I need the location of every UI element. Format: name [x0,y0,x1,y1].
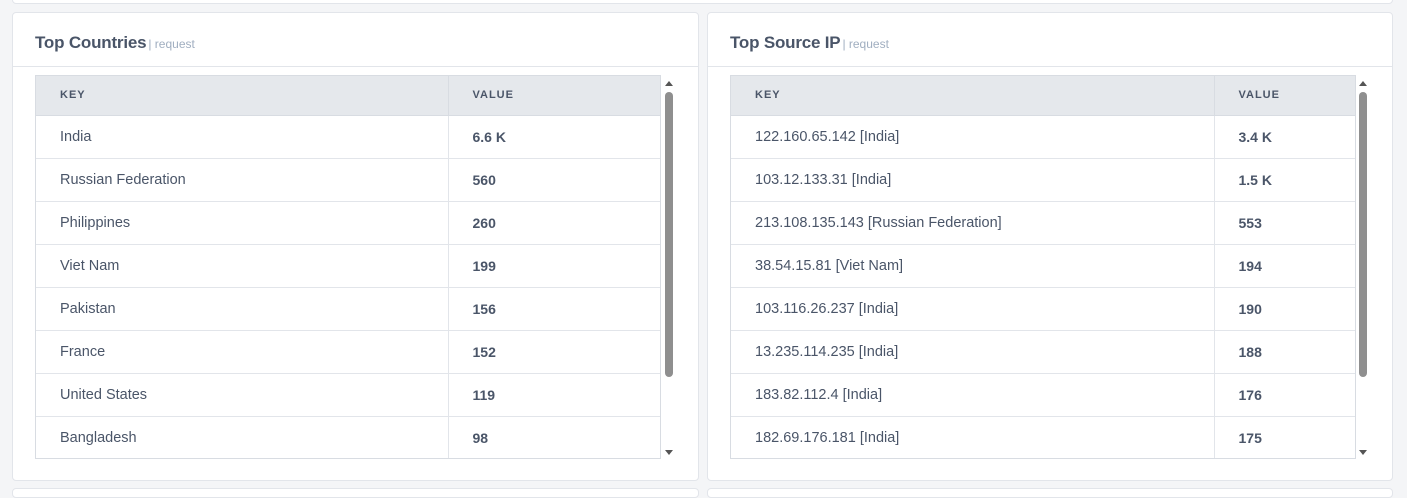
cell-value: 194 [1214,244,1355,288]
table-header-row: KEY VALUE [731,76,1355,116]
cell-key: 213.108.135.143 [Russian Federation] [731,201,1215,245]
cell-value: 152 [448,330,660,374]
table-row[interactable]: Russian Federation 560 [36,158,660,202]
cell-key: United States [36,373,449,417]
table-row[interactable]: France 152 [36,330,660,374]
cell-value: 6.6 K [448,115,660,159]
countries-table: KEY VALUE India 6.6 K Russian Federation 5… [36,76,660,458]
table-row[interactable]: 213.108.135.143 [Russian Federation] 553 [731,201,1355,245]
panel-above-edge [12,0,1393,4]
scrollbar-thumb[interactable] [1359,92,1367,377]
cell-value: 3.4 K [1214,115,1355,159]
vertical-scrollbar[interactable] [1358,79,1368,457]
table-row[interactable]: 13.235.114.235 [India] 188 [731,330,1355,374]
cell-key: Russian Federation [36,158,449,202]
cell-key: 182.69.176.181 [India] [731,416,1215,458]
scroll-down-arrow-icon[interactable] [1359,450,1367,455]
cell-value: 560 [448,158,660,202]
cell-key: 38.54.15.81 [Viet Nam] [731,244,1215,288]
cell-key: India [36,115,449,159]
table-row[interactable]: 182.69.176.181 [India] 175 [731,416,1355,458]
cell-value: 98 [472,429,489,446]
panel-header: Top Source IP | request [708,13,1392,67]
table-row[interactable]: 122.160.65.142 [India] 3.4 K [731,115,1355,159]
cell-key: 103.116.26.237 [India] [731,287,1215,331]
table-row[interactable]: Philippines 260 [36,201,660,245]
table-row[interactable]: 183.82.112.4 [India] 176 [731,373,1355,417]
scroll-up-arrow-icon[interactable] [1359,81,1367,86]
scroll-up-arrow-icon[interactable] [665,81,673,86]
table-row[interactable]: Viet Nam 199 [36,244,660,288]
cell-value: 1.5 K [1214,158,1355,202]
panel-below-edge [707,488,1393,498]
cell-key: Philippines [36,201,449,245]
source-ip-table-container[interactable]: KEY VALUE 122.160.65.142 [India] 3.4 K 10… [730,75,1356,459]
panel-subtitle: | request [842,37,889,51]
table-row[interactable]: Pakistan 156 [36,287,660,331]
cell-key: 122.160.65.142 [India] [731,115,1215,159]
cell-key: France [36,330,449,374]
table-row[interactable]: India 6.6 K [36,115,660,159]
column-header-value[interactable]: VALUE [448,76,660,116]
cell-value: 176 [1214,373,1355,417]
table-row[interactable]: Bangladesh 98 [36,416,660,458]
cell-value: 119 [448,373,660,417]
panel-title: Top Source IP [730,33,841,52]
countries-table-container[interactable]: KEY VALUE India 6.6 K Russian Federation 5… [35,75,661,459]
table-row[interactable]: 38.54.15.81 [Viet Nam] 194 [731,244,1355,288]
panel-subtitle: | request [148,37,195,51]
table-row[interactable]: 103.12.133.31 [India] 1.5 K [731,158,1355,202]
cell-value: 553 [1214,201,1355,245]
cell-value: 199 [448,244,660,288]
cell-key: Pakistan [36,287,449,331]
table-row[interactable]: 103.116.26.237 [India] 190 [731,287,1355,331]
panel-title: Top Countries [35,33,147,52]
top-countries-panel: Top Countries | request KEY VALUE India 6.… [12,12,699,481]
cell-key: 13.235.114.235 [India] [731,330,1215,374]
source-ip-table: KEY VALUE 122.160.65.142 [India] 3.4 K 10… [731,76,1355,458]
table-header-row: KEY VALUE [36,76,660,116]
panel-header: Top Countries | request [13,13,698,67]
table-row[interactable]: United States 119 [36,373,660,417]
cell-key: Bangladesh [36,416,449,458]
cell-value: 188 [1214,330,1355,374]
vertical-scrollbar[interactable] [664,79,674,457]
cell-value: 175 [1238,429,1262,446]
cell-value: 260 [448,201,660,245]
cell-value: 156 [448,287,660,331]
column-header-key[interactable]: KEY [36,76,449,116]
column-header-key[interactable]: KEY [731,76,1215,116]
top-source-ip-panel: Top Source IP | request KEY VALUE 122.160… [707,12,1393,481]
cell-key: Viet Nam [36,244,449,288]
column-header-value[interactable]: VALUE [1214,76,1355,116]
scroll-down-arrow-icon[interactable] [665,450,673,455]
scrollbar-thumb[interactable] [665,92,673,377]
cell-value: 190 [1214,287,1355,331]
panel-below-edge [12,488,699,498]
cell-key: 183.82.112.4 [India] [731,373,1215,417]
cell-key: 103.12.133.31 [India] [731,158,1215,202]
